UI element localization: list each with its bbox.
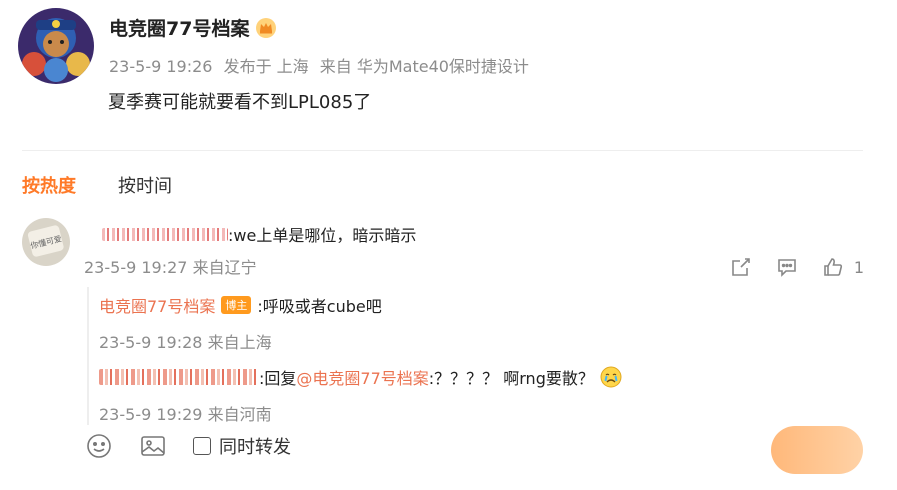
masked-username	[102, 227, 228, 241]
reply-date: 23-5-9 19:29	[99, 405, 203, 424]
comment-location: 来自辽宁	[192, 258, 257, 277]
tab-by-time[interactable]: 按时间	[118, 172, 172, 198]
reply-location: 来自河南	[207, 405, 272, 424]
post-meta: 23-5-9 19:26 发布于 上海 来自 华为Mate40保时捷设计	[109, 53, 535, 77]
replies-thread: 电竞圈77号档案 博主 :呼吸或者cube吧 23-5-9 19:28 来自上海…	[87, 287, 867, 425]
author-badge: 博主	[221, 296, 252, 314]
post-source: 来自 华为Mate40保时捷设计	[319, 57, 529, 76]
emoji-icon[interactable]	[85, 432, 113, 460]
author-avatar[interactable]	[18, 8, 94, 84]
crying-emoji-icon	[600, 366, 622, 388]
comment-actions: 1	[706, 256, 864, 278]
share-icon[interactable]	[730, 256, 752, 278]
like-count: 1	[853, 257, 864, 277]
author-name[interactable]: 电竞圈77号档案	[109, 14, 249, 41]
post-location: 发布于 上海	[223, 57, 309, 76]
reply-text: :？？？？ 啊rng要散？	[428, 369, 594, 388]
tab-by-hot[interactable]: 按热度	[22, 172, 76, 198]
post-date[interactable]: 23-5-9 19:26	[109, 57, 212, 76]
post-text: 夏季赛可能就要看不到LPL085了	[108, 92, 372, 113]
comment-text: :we上单是哪位，暗示暗示	[228, 226, 417, 245]
sort-tabs: 按热度 按时间	[22, 172, 214, 198]
reply-date: 23-5-9 19:28	[99, 333, 203, 352]
like-icon[interactable]	[822, 256, 844, 278]
masked-username	[99, 369, 259, 385]
repost-checkbox[interactable]	[193, 437, 211, 455]
reply-text: :呼吸或者cube吧	[257, 297, 382, 316]
image-icon[interactable]	[139, 432, 167, 460]
crown-badge-icon	[256, 17, 277, 38]
reply-item: 电竞圈77号档案 博主 :呼吸或者cube吧 23-5-9 19:28 来自上海	[99, 293, 382, 353]
repost-label: 同时转发	[219, 437, 291, 458]
reply-author[interactable]: 电竞圈77号档案	[99, 293, 215, 317]
comment-meta: 23-5-9 19:27 来自辽宁	[84, 254, 257, 278]
reply-location: 来自上海	[207, 333, 272, 352]
reply-mention[interactable]: @电竞圈77号档案	[296, 365, 428, 389]
comment-icon[interactable]	[776, 256, 798, 278]
submit-button[interactable]	[771, 426, 863, 474]
comment-date: 23-5-9 19:27	[84, 258, 188, 277]
reply-prefix: :回复	[259, 369, 297, 388]
divider	[22, 150, 863, 151]
reply-item: :回复 @电竞圈77号档案 :？？？？ 啊rng要散？ 23-5-9 19:29…	[99, 365, 622, 425]
post-header: 电竞圈77号档案 23-5-9 19:26 发布于 上海 来自 华为Mate40…	[18, 8, 535, 84]
commenter-avatar[interactable]: 你懂可爱	[22, 218, 70, 266]
reply-composer: 同时转发	[85, 432, 291, 460]
